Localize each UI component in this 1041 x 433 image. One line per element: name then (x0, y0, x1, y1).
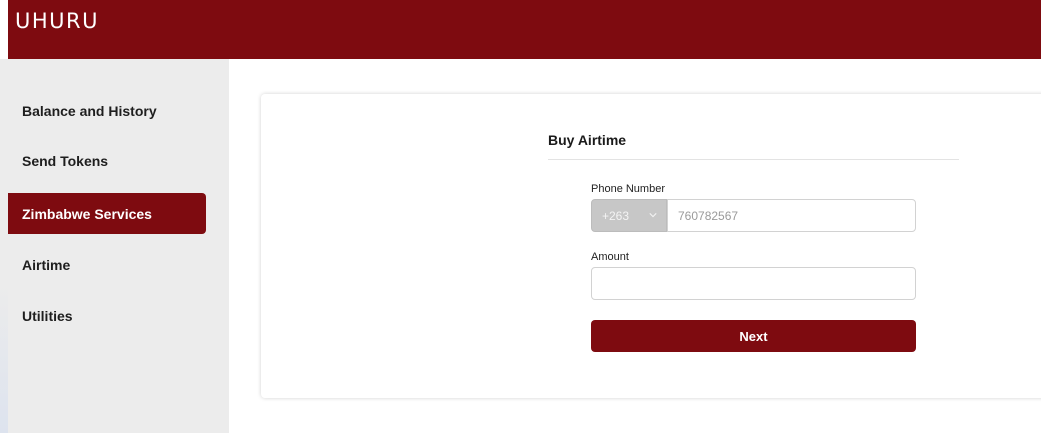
logo[interactable]: UHURU (15, 9, 99, 33)
next-button[interactable]: Next (591, 320, 916, 352)
title-divider (548, 159, 959, 160)
sidebar-item-utilities[interactable]: Utilities (8, 295, 206, 336)
form-title: Buy Airtime (548, 132, 627, 148)
sidebar-item-balance-and-history[interactable]: Balance and History (8, 90, 206, 131)
sidebar-item-send-tokens[interactable]: Send Tokens (8, 140, 206, 181)
app-root: UHURU Balance and History Send Tokens Zi… (0, 0, 1041, 433)
phone-number-label: Phone Number (591, 183, 665, 195)
sidebar: Balance and History Send Tokens Zimbabwe… (0, 59, 229, 433)
sidebar-left-edge (0, 59, 8, 433)
sidebar-item-label: Balance and History (22, 102, 157, 119)
chevron-down-icon (649, 213, 657, 218)
sidebar-item-airtime[interactable]: Airtime (8, 244, 206, 285)
country-code-value: +263 (602, 208, 630, 223)
sidebar-item-label: Zimbabwe Services (22, 205, 152, 222)
sidebar-item-label: Utilities (22, 307, 73, 324)
top-header: UHURU (0, 0, 1041, 59)
amount-input[interactable] (591, 267, 916, 300)
buy-airtime-card: Buy Airtime Phone Number +263 Amount Nex… (261, 94, 1041, 398)
amount-label: Amount (591, 251, 629, 263)
country-code-select[interactable]: +263 (591, 199, 667, 232)
sidebar-item-zimbabwe-services[interactable]: Zimbabwe Services (8, 193, 206, 234)
sidebar-item-label: Send Tokens (22, 152, 109, 169)
header-left-strip (0, 0, 8, 59)
sidebar-item-label: Airtime (22, 256, 71, 273)
phone-number-input[interactable] (667, 199, 916, 232)
